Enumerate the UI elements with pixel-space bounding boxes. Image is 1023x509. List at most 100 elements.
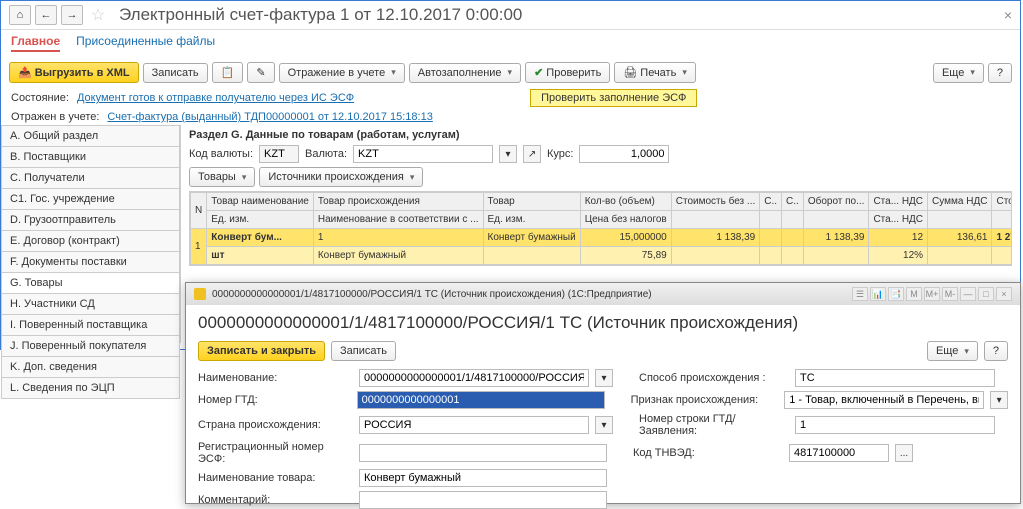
edit-button[interactable]: ✎: [247, 62, 274, 83]
sidebar-item-f[interactable]: F. Документы поставки: [1, 252, 180, 273]
check-label: Проверить: [546, 67, 601, 79]
sidebar-item-g[interactable]: G. Товары: [1, 273, 180, 294]
col-unit2[interactable]: Ед. изм.: [483, 211, 580, 229]
tnved-input[interactable]: [789, 444, 889, 462]
col-unit[interactable]: Ед. изм.: [207, 211, 314, 229]
dlg-btn-2[interactable]: 📊: [870, 287, 886, 301]
comment-input[interactable]: [359, 491, 607, 509]
tnved-label: Код ТНВЭД:: [633, 447, 783, 459]
sign-drop[interactable]: ▾: [990, 391, 1008, 409]
verify-banner[interactable]: Проверить заполнение ЭСФ: [530, 89, 697, 107]
name-input[interactable]: [359, 369, 589, 387]
dlg-btn-3[interactable]: 📑: [888, 287, 904, 301]
cell-c1: [760, 229, 782, 247]
help-button[interactable]: ?: [988, 63, 1012, 83]
tab-main[interactable]: Главное: [11, 34, 60, 52]
dlg-btn-mminus[interactable]: M-: [942, 287, 958, 301]
sidebar-item-b[interactable]: B. Поставщики: [1, 147, 180, 168]
sidebar-item-a[interactable]: A. Общий раздел: [1, 125, 180, 147]
cell-unit: шт: [207, 247, 314, 265]
tab-files[interactable]: Присоединенные файлы: [76, 34, 215, 52]
name-drop[interactable]: ▾: [595, 369, 613, 387]
goods-name-input[interactable]: [359, 469, 607, 487]
sidebar-item-c[interactable]: C. Получатели: [1, 168, 180, 189]
reg-input[interactable]: [359, 444, 607, 462]
dialog-title: 0000000000000001/1/4817100000/РОССИЯ/1 Т…: [198, 313, 1008, 333]
col-price-no-tax[interactable]: Цена без налогов: [580, 211, 671, 229]
print-label: Печать: [640, 67, 676, 79]
col-vat-rate2[interactable]: Ста... НДС: [869, 211, 928, 229]
currency-open-button[interactable]: ↗: [523, 145, 541, 163]
dlg-btn-m[interactable]: M: [906, 287, 922, 301]
col-name[interactable]: Товар наименование: [207, 193, 314, 211]
col-n[interactable]: N: [191, 193, 207, 229]
cell-vat-rate: 12: [869, 229, 928, 247]
cell-name: Конверт бум...: [207, 229, 314, 247]
col-cost-no[interactable]: Стоимость без ...: [671, 193, 760, 211]
dialog-toolbar: Записать и закрыть Записать Еще ?: [198, 341, 1008, 361]
more-button[interactable]: Еще: [933, 63, 984, 83]
home-button[interactable]: ⌂: [9, 5, 31, 25]
dlg-close[interactable]: ×: [996, 287, 1012, 301]
dlg-maximize[interactable]: □: [978, 287, 994, 301]
cell-name-match: Конверт бумажный: [313, 247, 483, 265]
sidebar-item-i[interactable]: I. Поверенный поставщика: [1, 315, 180, 336]
close-button[interactable]: ×: [1004, 7, 1012, 23]
sidebar-item-k[interactable]: K. Доп. сведения: [1, 357, 180, 378]
cell-price-no-tax: 75,89: [580, 247, 671, 265]
dialog-titlebar: 0000000000000001/1/4817100000/РОССИЯ/1 Т…: [186, 283, 1020, 305]
dlg-help-button[interactable]: ?: [984, 341, 1008, 361]
sidebar-item-c1[interactable]: C1. Гос. учреждение: [1, 189, 180, 210]
dlg-save-button[interactable]: Записать: [331, 341, 396, 361]
country-drop[interactable]: ▾: [595, 416, 613, 434]
sidebar-item-l[interactable]: L. Сведения по ЭЦП: [1, 378, 180, 399]
rate-input[interactable]: [579, 145, 669, 163]
col-cost[interactable]: Стоим...: [992, 193, 1012, 211]
reflected-link[interactable]: Счет-фактура (выданный) ТДП00000001 от 1…: [107, 111, 432, 123]
export-xml-button[interactable]: 📤 Выгрузить в XML: [9, 62, 139, 83]
table-row[interactable]: шт Конверт бумажный 75,89 12% 0000000000…: [191, 247, 1013, 265]
method-input[interactable]: [795, 369, 995, 387]
col-c1[interactable]: С..: [760, 193, 782, 211]
save-close-button[interactable]: Записать и закрыть: [198, 341, 325, 361]
sidebar-item-e[interactable]: E. Договор (контракт): [1, 231, 180, 252]
col-goods[interactable]: Товар: [483, 193, 580, 211]
col-c2[interactable]: С..: [782, 193, 804, 211]
country-input[interactable]: [359, 416, 589, 434]
sidebar-item-d[interactable]: D. Грузоотправитель: [1, 210, 180, 231]
currency-drop-button[interactable]: ▾: [499, 145, 517, 163]
autofill-button[interactable]: Автозаполнение: [409, 63, 521, 83]
gtd-input[interactable]: [357, 391, 605, 409]
print-button[interactable]: 🖨 Печать: [614, 62, 696, 83]
sign-input[interactable]: [784, 391, 984, 409]
dlg-more-button[interactable]: Еще: [927, 341, 978, 361]
forward-button[interactable]: →: [61, 5, 83, 25]
sidebar-item-j[interactable]: J. Поверенный покупателя: [1, 336, 180, 357]
currency-code-input[interactable]: [259, 145, 299, 163]
tnved-open[interactable]: ...: [895, 444, 913, 462]
col-vat-sum[interactable]: Сумма НДС: [928, 193, 992, 211]
subtab-origin[interactable]: Источники происхождения: [259, 167, 423, 187]
back-button[interactable]: ←: [35, 5, 57, 25]
currency-input[interactable]: [353, 145, 493, 163]
sidebar-item-h[interactable]: H. Участники СД: [1, 294, 180, 315]
dlg-minimize[interactable]: —: [960, 287, 976, 301]
col-qty[interactable]: Кол-во (объем): [580, 193, 671, 211]
reflect-button[interactable]: Отражение в учете: [279, 63, 405, 83]
col-vat-rate[interactable]: Ста... НДС: [869, 193, 928, 211]
line-input[interactable]: [795, 416, 995, 434]
state-link[interactable]: Документ готов к отправке получателю чер…: [77, 92, 354, 104]
col-origin[interactable]: Товар происхождения: [313, 193, 483, 211]
check-button[interactable]: ✔ Проверить: [525, 62, 610, 83]
table-row[interactable]: 1 Конверт бум... 1 Конверт бумажный 15,0…: [191, 229, 1013, 247]
copy-button[interactable]: 📋: [212, 62, 244, 83]
dlg-btn-mplus[interactable]: M+: [924, 287, 940, 301]
save-button[interactable]: Записать: [143, 63, 208, 83]
col-name-match[interactable]: Наименование в соответствии с ...: [313, 211, 483, 229]
dlg-btn-1[interactable]: ☰: [852, 287, 868, 301]
state-row: Состояние: Документ готов к отправке пол…: [1, 87, 1020, 109]
favorite-star-icon[interactable]: ☆: [87, 5, 109, 25]
col-turnover[interactable]: Оборот по...: [803, 193, 869, 211]
app-icon: [194, 288, 206, 300]
subtab-goods[interactable]: Товары: [189, 167, 255, 187]
